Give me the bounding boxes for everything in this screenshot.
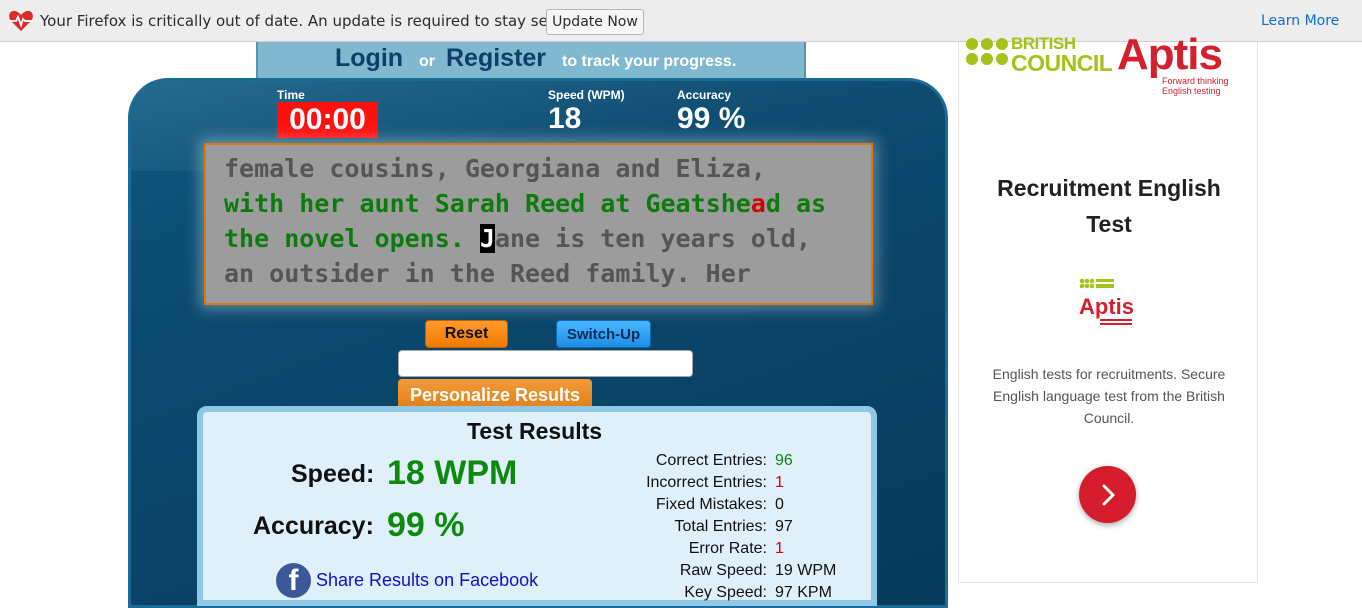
detail-row: Error Rate: 1 (600, 540, 900, 562)
detail-value: 97 KPM (775, 584, 832, 601)
results-speed-value: 18 WPM (387, 454, 518, 492)
detail-value: 19 WPM (775, 562, 837, 579)
ad-description: English tests for recruitments. Secure E… (992, 366, 1226, 426)
login-strip: Login or Register to track your progress… (256, 42, 806, 80)
share-facebook-link[interactable]: Share Results on Facebook (316, 570, 538, 591)
detail-row: Fixed Mistakes: 0 (600, 496, 900, 518)
aptis-tagline-1: Forward thinking (1162, 76, 1229, 86)
text-cursor: J (479, 224, 495, 253)
time-label: Time (277, 88, 305, 102)
reset-button[interactable]: Reset (425, 320, 508, 348)
detail-row: Incorrect Entries: 1 (600, 474, 900, 496)
typing-text-box: female cousins, Georgiana and Eliza, wit… (204, 143, 873, 305)
british-council-line-2: COUNCIL (1011, 50, 1113, 76)
accuracy-label: Accuracy (677, 88, 732, 102)
accuracy-value: 99 % (677, 102, 746, 135)
track-progress-text: to track your progress. (562, 53, 737, 70)
switch-up-button[interactable]: Switch-Up (556, 320, 651, 348)
text-line-2-rest: d as (765, 189, 827, 218)
detail-label: Incorrect Entries: (646, 474, 767, 491)
british-council-logo-dots (966, 38, 1008, 65)
detail-label: Correct Entries: (655, 452, 767, 469)
timer-display: 00:00 (277, 102, 378, 138)
detail-row: Key Speed: 97 KPM (600, 584, 900, 606)
svg-text:Aptis: Aptis (1079, 294, 1134, 319)
results-speed-label: Speed: (291, 460, 375, 488)
detail-label: Key Speed: (684, 584, 767, 601)
detail-label: Fixed Mistakes: (655, 496, 767, 513)
text-line-4: an outsider in the Reed family. Her (224, 259, 751, 288)
detail-label: Raw Speed: (679, 562, 767, 579)
results-accuracy-value: 99 % (387, 506, 465, 544)
detail-value: 1 (775, 540, 784, 557)
typing-input[interactable] (398, 350, 693, 377)
text-line-2-typed: with her aunt Sarah Reed at Geatshe (224, 189, 751, 218)
speed-value: 18 (548, 102, 582, 135)
detail-label: Error Rate: (688, 540, 767, 557)
learn-more-link[interactable]: Learn More (1261, 13, 1339, 29)
text-line-3-typed: the novel opens. (224, 224, 480, 253)
notification-message: Your Firefox is critically out of date. … (40, 12, 581, 30)
results-accuracy-label: Accuracy: (253, 512, 374, 540)
login-link[interactable]: Login (335, 44, 403, 73)
text-line-2-error: a (750, 189, 766, 218)
ad-title-line-2: Test (1086, 211, 1132, 237)
detail-label: Total Entries: (674, 518, 767, 535)
heart-pulse-icon (8, 10, 34, 32)
detail-row: Correct Entries: 96 (600, 452, 900, 474)
aptis-logo: Aptis (1117, 30, 1223, 79)
speed-label: Speed (WPM) (548, 88, 625, 102)
detail-value: 96 (775, 452, 793, 469)
text-line-1: female cousins, Georgiana and Eliza, (224, 154, 766, 183)
results-title: Test Results (467, 418, 603, 444)
chevron-right-icon (1102, 484, 1114, 505)
text-line-3-rest: ane is ten years old, (494, 224, 812, 253)
or-text: or (419, 53, 435, 70)
ad-title[interactable]: Recruitment English Test (964, 170, 1254, 242)
update-now-button[interactable]: Update Now (546, 9, 644, 35)
aptis-tagline: Forward thinking English testing (1162, 76, 1229, 96)
aptis-small-logo: Aptis (1074, 276, 1140, 328)
detail-value: 0 (775, 496, 784, 513)
detail-row: Raw Speed: 19 WPM (600, 562, 900, 584)
aptis-tagline-2: English testing (1162, 86, 1221, 96)
register-link[interactable]: Register (446, 44, 546, 73)
detail-value: 97 (775, 518, 793, 535)
detail-value: 1 (775, 474, 784, 491)
detail-row: Total Entries: 97 (600, 518, 900, 540)
ad-go-button[interactable] (1079, 466, 1136, 523)
ad-title-line-1: Recruitment English (997, 175, 1221, 201)
